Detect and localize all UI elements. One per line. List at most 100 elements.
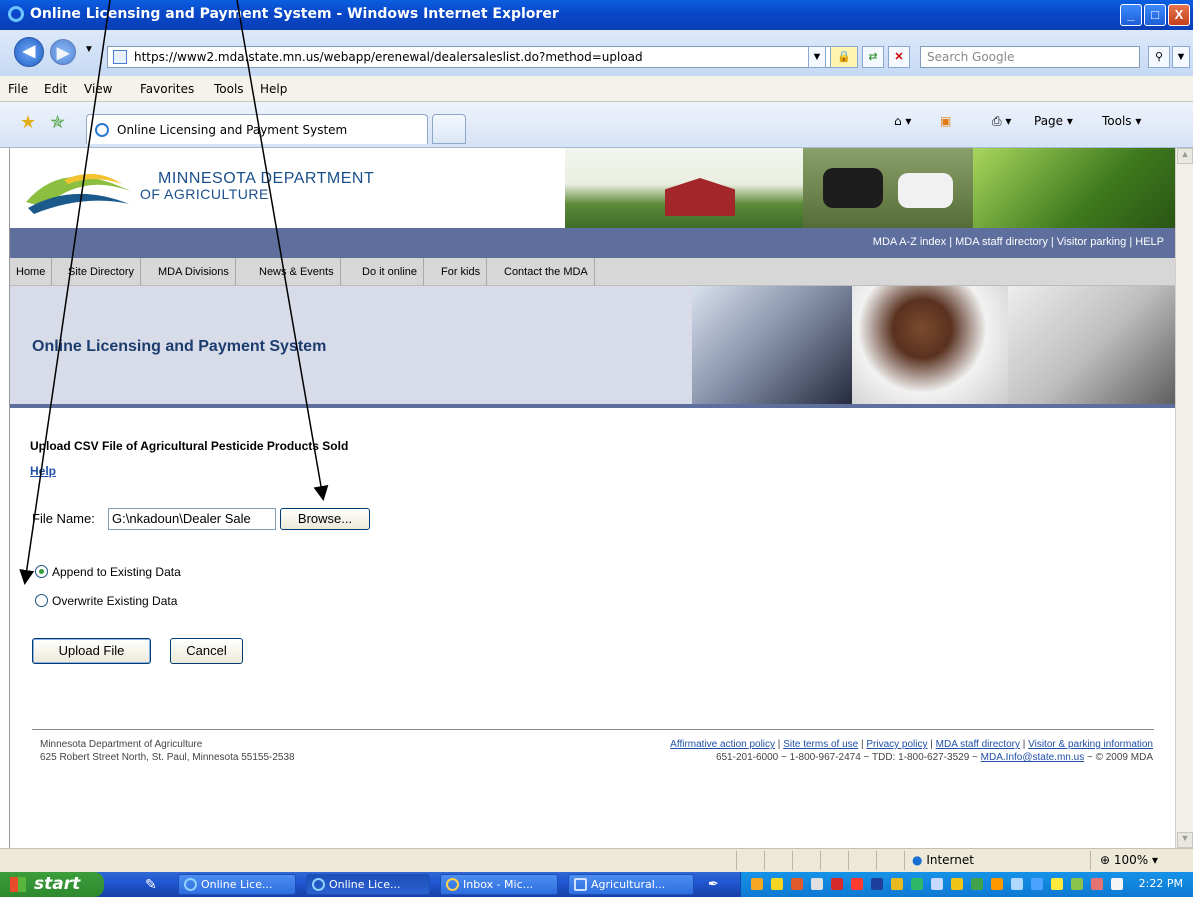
favorites-star-icon[interactable]: ★ [20, 112, 36, 133]
ie-task-icon [184, 878, 197, 891]
menu-view[interactable]: View [84, 82, 112, 96]
maximize-button[interactable]: □ [1144, 4, 1166, 26]
home-icon[interactable]: ⌂ ▾ [894, 114, 911, 128]
task-agricultural[interactable]: Agricultural... [568, 874, 694, 895]
minimize-button[interactable]: _ [1120, 4, 1142, 26]
ie-window: Online Licensing and Payment System - Wi… [0, 0, 1193, 897]
footer-link-affirmative[interactable]: Affirmative action policy [670, 739, 775, 750]
forward-button[interactable]: ▶ [50, 39, 76, 65]
feeds-icon[interactable]: ▣ [940, 114, 951, 128]
footer-link-privacy[interactable]: Privacy policy [866, 739, 927, 750]
tray-icon[interactable] [811, 878, 823, 890]
tray-icon[interactable] [751, 878, 763, 890]
footer-link-terms[interactable]: Site terms of use [783, 739, 858, 750]
tray-icon[interactable] [851, 878, 863, 890]
vertical-scrollbar[interactable]: ▲ ▼ [1175, 148, 1193, 848]
add-favorites-icon[interactable]: ✯ [50, 112, 65, 133]
help-link[interactable]: Help [30, 464, 56, 478]
tab-title: Online Licensing and Payment System [117, 123, 348, 137]
tray-icon[interactable] [891, 878, 903, 890]
nav-do-it-online[interactable]: Do it online [356, 258, 425, 286]
tray-icon[interactable] [931, 878, 943, 890]
stop-icon[interactable]: ✕ [888, 46, 910, 68]
top-link-bar: MDA A-Z index | MDA staff directory | Vi… [10, 228, 1175, 258]
system-tray: 2:22 PM [740, 872, 1193, 897]
recent-pages-dropdown-icon[interactable]: ▼ [84, 44, 94, 55]
nav-for-kids[interactable]: For kids [435, 258, 488, 286]
task-label-1: Online Lice... [201, 878, 273, 891]
footer-link-visitor[interactable]: Visitor & parking information [1028, 739, 1153, 750]
tray-icon[interactable] [831, 878, 843, 890]
cancel-button[interactable]: Cancel [170, 638, 243, 664]
tray-icon[interactable] [1031, 878, 1043, 890]
tools-menu[interactable]: Tools ▾ [1102, 114, 1141, 128]
nav-contact[interactable]: Contact the MDA [498, 258, 595, 286]
woman-photo [852, 286, 1008, 408]
tray-icon[interactable] [1011, 878, 1023, 890]
search-input[interactable]: Search Google [920, 46, 1140, 68]
address-dropdown-button[interactable]: ▼ [808, 46, 826, 68]
file-name-input[interactable]: G:\nkadoun\Dealer Sale [108, 508, 276, 530]
tray-icon[interactable] [951, 878, 963, 890]
window-title: Online Licensing and Payment System - Wi… [30, 6, 559, 22]
task-online-licensing-1[interactable]: Online Lice... [178, 874, 296, 895]
zone-label: Internet [926, 853, 974, 867]
page-heading: Upload CSV File of Agricultural Pesticid… [30, 439, 349, 453]
zoom-control[interactable]: ⊕ 100% ▾ [1100, 853, 1158, 867]
page-content: MINNESOTA DEPARTMENT OF AGRICULTURE MDA … [9, 148, 1175, 848]
start-button[interactable]: start [0, 872, 104, 897]
menu-favorites[interactable]: Favorites [140, 82, 194, 96]
upload-file-button[interactable]: Upload File [32, 638, 151, 664]
search-options-icon[interactable]: ▼ [1172, 46, 1190, 68]
task-online-licensing-2[interactable]: Online Lice... [306, 874, 430, 895]
internet-zone[interactable]: ● Internet [912, 853, 974, 867]
tray-icon[interactable] [1071, 878, 1083, 890]
start-label: start [34, 874, 81, 894]
file-name-label: File Name: [32, 511, 95, 526]
status-bar: ● Internet ⊕ 100% ▾ [0, 848, 1193, 872]
print-icon[interactable]: ⎙ ▾ [992, 114, 1011, 129]
lock-icon[interactable]: 🔒 [830, 46, 858, 68]
nav-home[interactable]: Home [10, 258, 53, 286]
close-button[interactable]: X [1168, 4, 1190, 26]
tools-menu-label: Tools [1102, 114, 1132, 128]
tray-icon[interactable] [771, 878, 783, 890]
scroll-up-icon[interactable]: ▲ [1177, 148, 1193, 164]
url-text: https://www2.mda.state.mn.us/webapp/eren… [134, 50, 643, 64]
footer-email-link[interactable]: MDA.Info@state.mn.us [981, 752, 1085, 763]
menu-edit[interactable]: Edit [44, 82, 67, 96]
menu-help[interactable]: Help [260, 82, 287, 96]
overwrite-radio[interactable] [35, 594, 48, 607]
tray-icon[interactable] [991, 878, 1003, 890]
windows-flag-icon [10, 877, 26, 892]
tray-icon[interactable] [971, 878, 983, 890]
nav-mda-divisions[interactable]: MDA Divisions [152, 258, 236, 286]
refresh-icon[interactable]: ⇄ [862, 46, 884, 68]
menu-tools[interactable]: Tools [214, 82, 244, 96]
address-input[interactable]: https://www2.mda.state.mn.us/webapp/eren… [107, 46, 847, 68]
pen-icon[interactable]: ✒ [708, 876, 719, 892]
footer-org: Minnesota Department of Agriculture [40, 739, 203, 750]
tray-icon[interactable] [1111, 878, 1123, 890]
page-menu[interactable]: Page ▾ [1034, 114, 1073, 128]
nav-news-events[interactable]: News & Events [253, 258, 341, 286]
top-links[interactable]: MDA A-Z index | MDA staff directory | Vi… [873, 236, 1164, 248]
menu-file[interactable]: File [8, 82, 28, 96]
tab-active[interactable]: Online Licensing and Payment System [86, 114, 428, 144]
tray-icon[interactable] [1051, 878, 1063, 890]
show-desktop-icon[interactable]: ✎ [145, 876, 157, 893]
tray-icon[interactable] [1091, 878, 1103, 890]
mda-logo[interactable]: MINNESOTA DEPARTMENT OF AGRICULTURE [10, 148, 565, 228]
scroll-down-icon[interactable]: ▼ [1177, 832, 1193, 848]
task-inbox[interactable]: Inbox - Mic... [440, 874, 558, 895]
browse-button[interactable]: Browse... [280, 508, 370, 530]
new-tab-button[interactable] [432, 114, 466, 144]
tray-icon[interactable] [871, 878, 883, 890]
nav-site-directory[interactable]: Site Directory [62, 258, 142, 286]
append-radio[interactable] [35, 565, 48, 578]
tray-icon[interactable] [911, 878, 923, 890]
tray-icon[interactable] [791, 878, 803, 890]
back-button[interactable]: ◀ [14, 37, 44, 67]
footer-link-staff[interactable]: MDA staff directory [936, 739, 1020, 750]
search-icon[interactable]: ⚲ [1148, 46, 1170, 68]
